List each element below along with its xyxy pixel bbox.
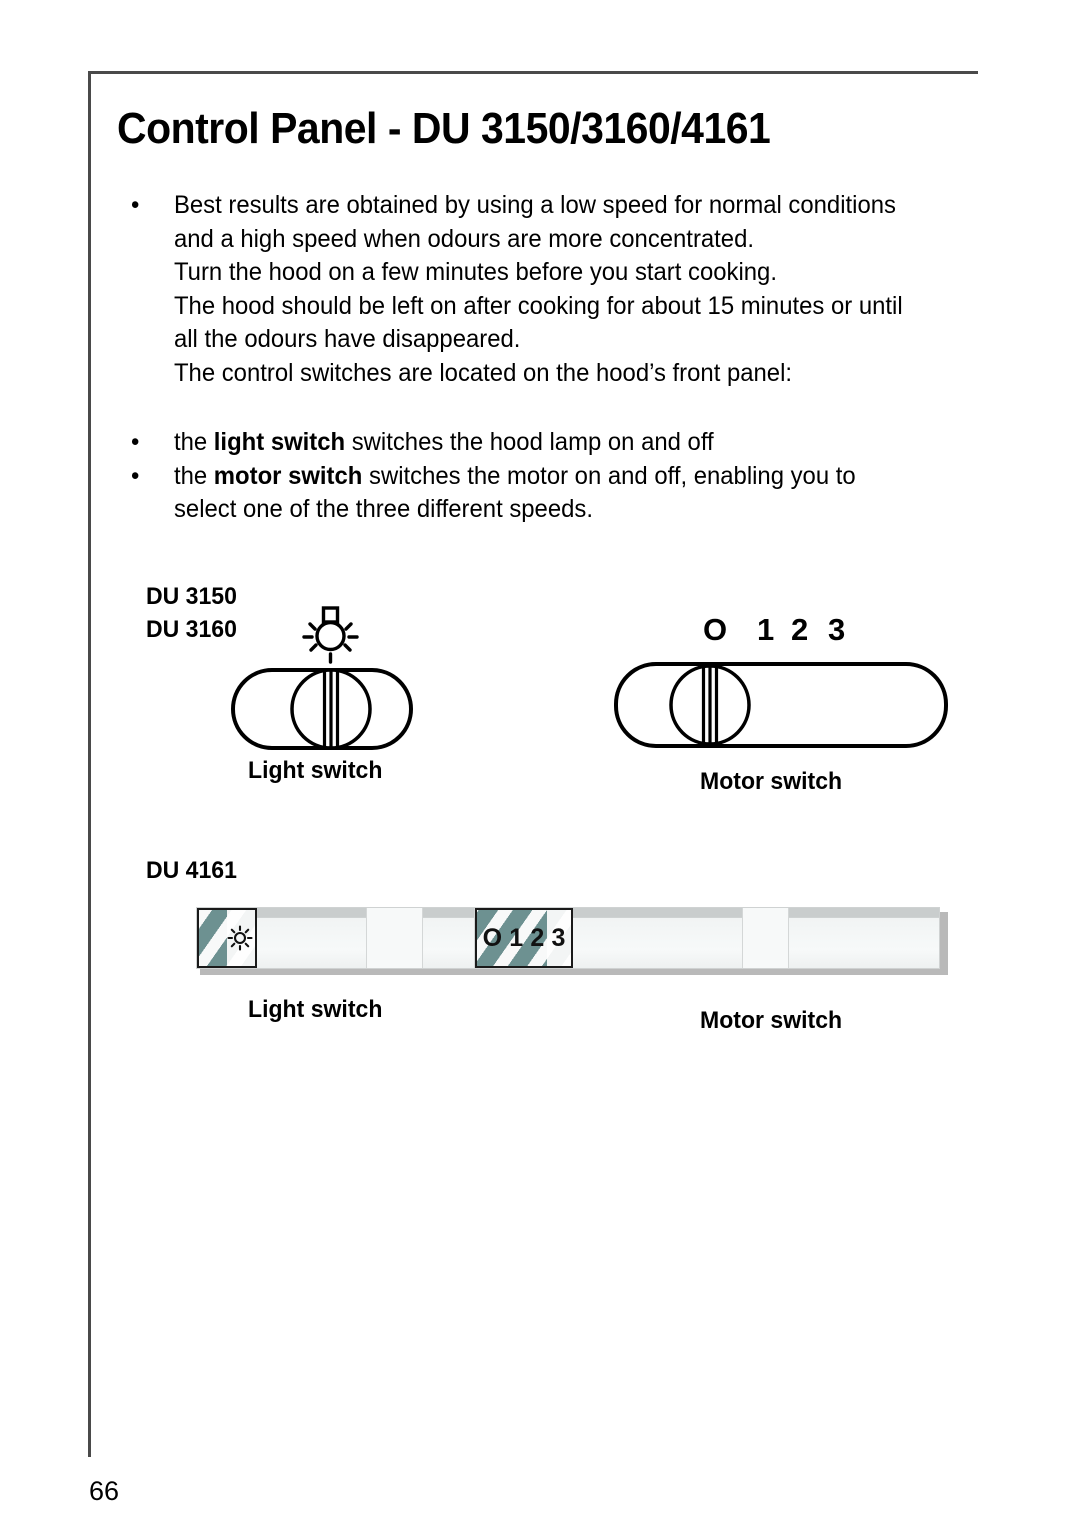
- intro-line-1: Best results are obtained by using a low…: [173, 191, 896, 219]
- motor-switch-desc-suffix: switches the motor on and off, enabling …: [362, 461, 856, 490]
- motor-switch-button-du4161[interactable]: O 1 2 3: [475, 908, 573, 968]
- intro-line-4: The hood should be left on after cooking…: [173, 291, 903, 320]
- motor-digit-o: O: [482, 923, 503, 952]
- motor-switch-desc-line-2: select one of the three different speeds…: [173, 495, 593, 523]
- list-item: • the motor switch switches the motor on…: [131, 460, 971, 527]
- bullet-icon: •: [131, 191, 140, 219]
- light-switch-caption-du4161: Light switch: [248, 996, 383, 1023]
- sun-icon: [227, 925, 253, 951]
- motor-switch-caption-du3150: Motor switch: [700, 768, 843, 795]
- light-switch-desc-prefix: the: [173, 428, 214, 456]
- light-switch-description: the light switch switches the hood lamp …: [174, 426, 971, 460]
- motor-switch-term: motor switch: [213, 461, 363, 490]
- page-number: 66: [89, 1476, 120, 1506]
- light-switch-desc-suffix: switches the hood lamp on and off: [345, 428, 714, 456]
- intro-line-2: and a high speed when odours are more co…: [173, 224, 755, 253]
- light-switch-button-du4161[interactable]: [197, 908, 257, 968]
- motor-digit-3: 3: [551, 923, 566, 952]
- bullet-icon: •: [131, 461, 140, 490]
- motor-digit-2: 2: [530, 923, 545, 952]
- model-label-du3160: DU 3160: [146, 616, 237, 643]
- list-item: • the light switch switches the hood lam…: [131, 426, 971, 460]
- intro-paragraph-block: • Best results are obtained by using a l…: [131, 189, 971, 390]
- page-title: Control Panel - DU 3150/3160/4161: [117, 104, 771, 153]
- page-frame-left-rule: [88, 71, 91, 1457]
- model-label-du4161: DU 4161: [146, 857, 237, 884]
- intro-bullet-row: • Best results are obtained by using a l…: [131, 189, 971, 390]
- motor-switch-description: the motor switch switches the motor on a…: [174, 460, 971, 494]
- light-bulb-icon: [302, 606, 359, 664]
- page-frame-top-rule: [88, 71, 978, 74]
- fascia-face: O 1 2 3: [196, 907, 940, 969]
- fascia-blank-segment: [423, 908, 475, 968]
- light-switch-rocker-du3150[interactable]: [228, 600, 428, 760]
- motor-switch-rocker-du3150[interactable]: [612, 608, 952, 758]
- motor-switch-caption-du4161: Motor switch: [700, 1007, 843, 1034]
- fascia-blank-segment: [573, 908, 743, 968]
- intro-line-5: all the odours have disappeared.: [173, 325, 521, 353]
- bullet-icon: •: [131, 428, 140, 456]
- intro-line-3: Turn the hood on a few minutes before yo…: [173, 258, 777, 286]
- switch-list-block: • the light switch switches the hood lam…: [131, 426, 971, 527]
- fascia-blank-segment: [743, 908, 789, 968]
- motor-digit-1: 1: [509, 923, 524, 952]
- motor-button-digits: O 1 2 3: [477, 910, 571, 966]
- fascia-panel-du4161: O 1 2 3: [196, 907, 948, 975]
- fascia-blank-segment: [367, 908, 423, 968]
- fascia-blank-segment: [257, 908, 367, 968]
- model-label-du3150: DU 3150: [146, 583, 237, 610]
- light-switch-term: light switch: [213, 428, 346, 456]
- intro-line-6: The control switches are located on the …: [173, 358, 793, 387]
- fascia-blank-segment: [789, 908, 939, 968]
- light-switch-caption-du3150: Light switch: [248, 757, 383, 784]
- motor-switch-desc-prefix: the: [173, 461, 214, 490]
